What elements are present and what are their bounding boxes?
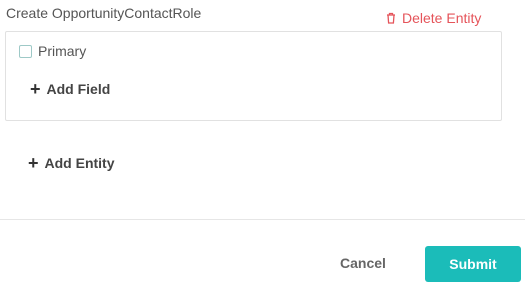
field-primary[interactable]: Primary	[19, 43, 86, 59]
add-entity-button[interactable]: + Add Entity	[28, 153, 115, 173]
trash-icon	[386, 12, 396, 24]
cancel-button[interactable]: Cancel	[340, 255, 386, 271]
primary-checkbox[interactable]	[19, 44, 32, 58]
submit-button[interactable]: Submit	[425, 246, 521, 282]
plus-icon: +	[28, 153, 39, 173]
entity-fields-panel: Primary + Add Field	[5, 31, 502, 121]
plus-icon: +	[30, 79, 41, 99]
entity-title: Create OpportunityContactRole	[6, 5, 202, 21]
delete-entity-button[interactable]: Delete Entity	[386, 9, 481, 27]
add-field-label: Add Field	[46, 81, 111, 97]
add-field-button[interactable]: + Add Field	[30, 79, 111, 99]
footer-divider	[0, 219, 525, 220]
entity-form: Create OpportunityContactRole Delete Ent…	[0, 0, 525, 289]
field-label: Primary	[38, 43, 87, 59]
add-entity-label: Add Entity	[44, 155, 115, 171]
delete-entity-label: Delete Entity	[402, 10, 482, 26]
